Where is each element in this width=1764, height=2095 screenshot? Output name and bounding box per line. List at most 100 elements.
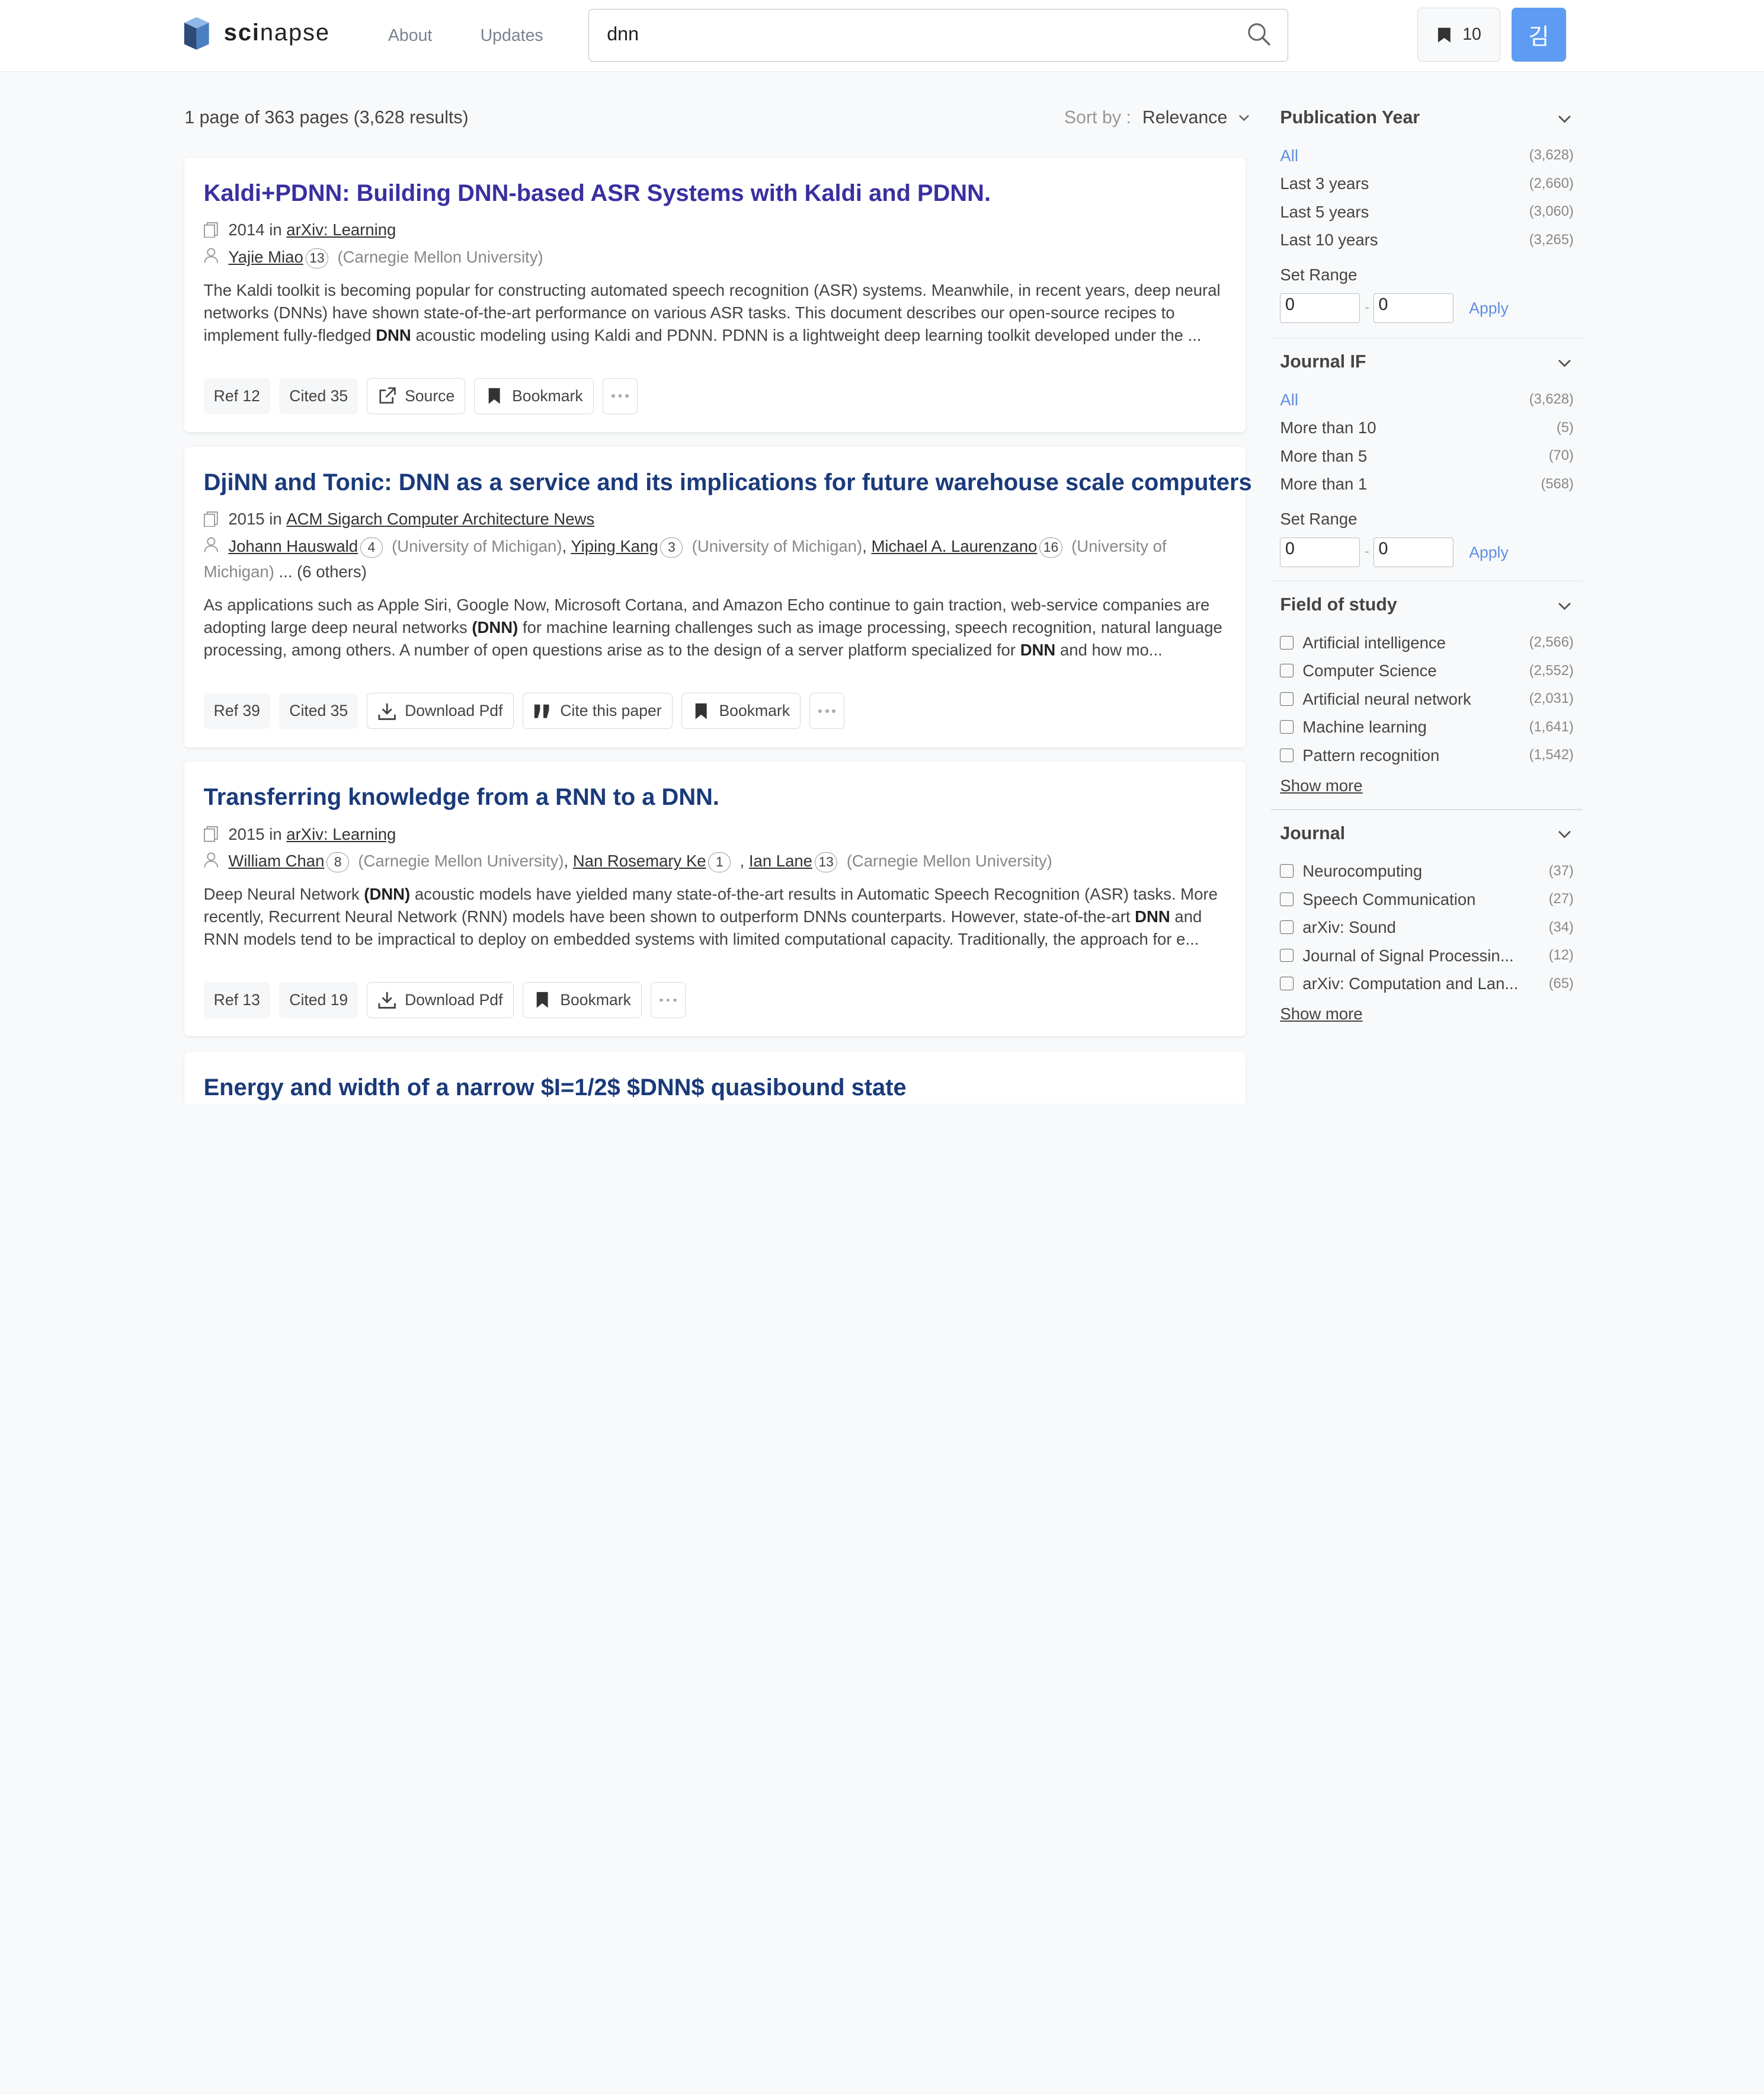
- nav-about[interactable]: About: [388, 26, 432, 46]
- paper-title[interactable]: DjiNN and Tonic: DNN as a service and it…: [204, 469, 1252, 496]
- paper-title[interactable]: Kaldi+PDNN: Building DNN-based ASR Syste…: [204, 180, 991, 207]
- range-to-input[interactable]: 0: [1373, 538, 1454, 567]
- logo[interactable]: scinapse: [183, 16, 330, 51]
- journal-icon: [203, 826, 218, 842]
- more-options-button[interactable]: [602, 378, 638, 414]
- checkbox[interactable]: [1280, 692, 1294, 706]
- more-options-button[interactable]: [809, 693, 845, 730]
- option-label: arXiv: Sound: [1302, 918, 1396, 937]
- paper-title[interactable]: Transferring knowledge from a RNN to a D…: [204, 784, 719, 811]
- apply-button[interactable]: Apply: [1469, 299, 1508, 318]
- filter-title[interactable]: Journal: [1280, 824, 1345, 844]
- bookmark-button[interactable]: Bookmark: [522, 982, 642, 1019]
- show-more-link[interactable]: Show more: [1280, 1005, 1362, 1023]
- user-avatar[interactable]: 김: [1512, 8, 1566, 62]
- bookmark-button[interactable]: Bookmark: [474, 378, 594, 414]
- abstract-highlight: DNN: [1135, 907, 1170, 926]
- ref-count[interactable]: Ref 39: [203, 693, 271, 730]
- chevron-down-icon[interactable]: [1558, 115, 1571, 124]
- filter-option[interactable]: More than 5 (70): [1280, 447, 1573, 466]
- filter-title[interactable]: Publication Year: [1280, 108, 1420, 128]
- paper-venue-link[interactable]: ACM Sigarch Computer Architecture News: [286, 510, 594, 529]
- bookmark-icon: [1438, 27, 1451, 43]
- search-input[interactable]: [607, 23, 1215, 45]
- ref-count[interactable]: Ref 12: [203, 378, 271, 414]
- checkbox[interactable]: [1280, 892, 1294, 906]
- range-to-input[interactable]: 0: [1373, 293, 1454, 323]
- filter-checkbox-option[interactable]: Pattern recognition (1,542): [1280, 746, 1574, 765]
- cited-count[interactable]: Cited 35: [279, 693, 358, 730]
- author-link[interactable]: Yajie Miao: [228, 248, 303, 266]
- checkbox[interactable]: [1280, 664, 1294, 678]
- paper-venue-line: 2014 in arXiv: Learning: [203, 220, 396, 239]
- show-more-link[interactable]: Show more: [1280, 776, 1362, 795]
- filter-option-all[interactable]: All (3,628): [1280, 146, 1573, 165]
- filter-title[interactable]: Journal IF: [1280, 352, 1366, 372]
- download-pdf-button[interactable]: Download Pdf: [367, 693, 514, 730]
- filter-checkbox-option[interactable]: Neurocomputing (37): [1280, 862, 1574, 881]
- author-icon: [204, 852, 218, 868]
- checkbox[interactable]: [1280, 948, 1294, 962]
- author-affiliation: (Carnegie Mellon University): [846, 852, 1052, 871]
- ref-count[interactable]: Ref 13: [203, 982, 271, 1019]
- chevron-down-icon: [1239, 114, 1250, 121]
- checkbox[interactable]: [1280, 977, 1294, 990]
- checkbox[interactable]: [1280, 920, 1294, 934]
- filter-checkbox-option[interactable]: Journal of Signal Processin... (12): [1280, 946, 1574, 965]
- filter-checkbox-option[interactable]: arXiv: Computation and Lan... (65): [1280, 974, 1574, 993]
- filter-title[interactable]: Field of study: [1280, 595, 1397, 615]
- checkbox[interactable]: [1280, 864, 1294, 878]
- author-link[interactable]: Nan Rosemary Ke: [573, 852, 706, 870]
- chevron-down-icon[interactable]: [1558, 359, 1571, 368]
- range-from-input[interactable]: 0: [1280, 293, 1360, 323]
- bookmarks-button[interactable]: 10: [1417, 8, 1501, 62]
- filter-checkbox-option[interactable]: Machine learning (1,641): [1280, 718, 1574, 737]
- download-pdf-button[interactable]: Download Pdf: [367, 982, 514, 1019]
- source-button[interactable]: Source: [367, 378, 466, 414]
- filter-checkbox-option[interactable]: arXiv: Sound (34): [1280, 918, 1574, 937]
- option-count: (27): [1548, 891, 1574, 907]
- h-index-badge: 1: [708, 852, 731, 873]
- paper-title[interactable]: Energy and width of a narrow $I=1/2$ $DN…: [204, 1074, 907, 1101]
- nav-updates[interactable]: Updates: [481, 26, 543, 46]
- range-from-input[interactable]: 0: [1280, 538, 1360, 567]
- author-link[interactable]: Ian Lane: [749, 852, 812, 870]
- other-authors[interactable]: ... (6 others): [279, 562, 367, 581]
- filter-checkbox-option[interactable]: Artificial intelligence (2,566): [1280, 634, 1574, 653]
- apply-button[interactable]: Apply: [1469, 543, 1508, 562]
- author-link[interactable]: Michael A. Laurenzano: [871, 537, 1037, 555]
- paper-authors: Yajie Miao 13 (Carnegie Mellon University…: [204, 244, 1200, 270]
- option-label: Neurocomputing: [1302, 862, 1423, 881]
- filter-option[interactable]: Last 10 years (3,265): [1280, 231, 1573, 250]
- author-link[interactable]: Johann Hauswald: [228, 537, 358, 555]
- author-link[interactable]: William Chan: [228, 852, 324, 870]
- filter-checkbox-option[interactable]: Speech Communication (27): [1280, 890, 1574, 909]
- more-options-button[interactable]: [651, 982, 686, 1019]
- filter-option[interactable]: More than 10 (5): [1280, 418, 1573, 437]
- author-link[interactable]: Yiping Kang: [571, 537, 658, 555]
- option-count: (568): [1541, 476, 1574, 492]
- bookmark-button[interactable]: Bookmark: [681, 693, 801, 730]
- cite-button[interactable]: Cite this paper: [522, 693, 673, 730]
- filter-option[interactable]: More than 1 (568): [1280, 475, 1573, 494]
- chevron-down-icon[interactable]: [1558, 602, 1571, 611]
- bookmark-label: Bookmark: [512, 386, 583, 405]
- filter-option-all[interactable]: All (3,628): [1280, 391, 1573, 410]
- author-affiliation: (University of Michigan): [392, 536, 562, 555]
- filter-checkbox-option[interactable]: Computer Science (2,552): [1280, 661, 1574, 680]
- search-icon[interactable]: [1247, 22, 1272, 47]
- sort-dropdown[interactable]: Sort by : Relevance: [1064, 108, 1250, 128]
- logo-cube-icon: [184, 17, 210, 50]
- paper-venue-link[interactable]: arXiv: Learning: [286, 220, 396, 239]
- filter-checkbox-option[interactable]: Artificial neural network (2,031): [1280, 690, 1574, 709]
- chevron-down-icon[interactable]: [1558, 830, 1571, 839]
- cited-count[interactable]: Cited 19: [279, 982, 358, 1019]
- paper-venue-link[interactable]: arXiv: Learning: [286, 825, 396, 844]
- filter-option[interactable]: Last 3 years (2,660): [1280, 174, 1573, 193]
- filter-option[interactable]: Last 5 years (3,060): [1280, 203, 1573, 222]
- cited-count[interactable]: Cited 35: [279, 378, 358, 414]
- checkbox[interactable]: [1280, 720, 1294, 734]
- paper-year: 2014 in: [228, 220, 282, 239]
- checkbox[interactable]: [1280, 635, 1294, 650]
- checkbox[interactable]: [1280, 748, 1294, 762]
